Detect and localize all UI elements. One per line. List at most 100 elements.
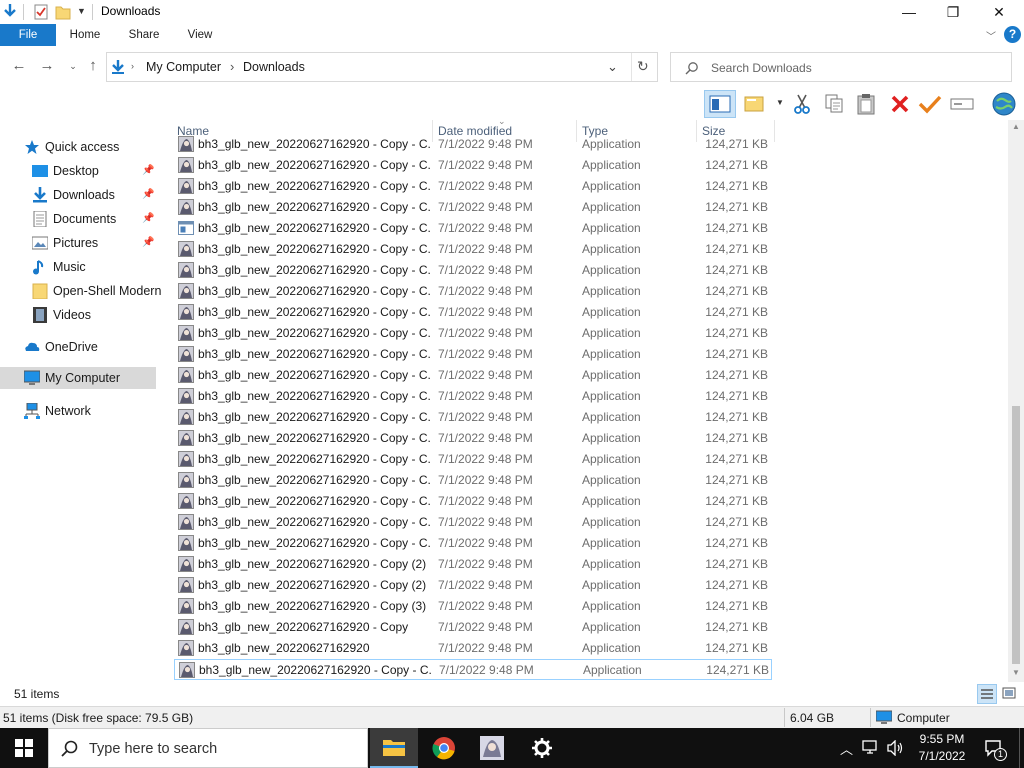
application-icon bbox=[178, 577, 194, 593]
properties-icon[interactable] bbox=[33, 3, 49, 21]
delete-button[interactable] bbox=[888, 92, 912, 116]
breadcrumb-separator-icon[interactable]: › bbox=[131, 61, 134, 71]
show-desktop-button[interactable] bbox=[1019, 728, 1024, 768]
tab-file[interactable]: File bbox=[0, 24, 56, 46]
file-row[interactable]: bh3_glb_new_20220627162920 - Copy - C...… bbox=[174, 197, 772, 218]
file-row[interactable]: bh3_glb_new_20220627162920 - Copy - C...… bbox=[174, 449, 772, 470]
file-row[interactable]: bh3_glb_new_20220627162920 7/1/2022 9:48 … bbox=[174, 638, 772, 659]
nav-quick-access[interactable]: Quick access bbox=[0, 136, 160, 158]
file-row[interactable]: bh3_glb_new_20220627162920 - Copy (2) 7/1… bbox=[174, 575, 772, 596]
breadcrumb-downloads[interactable]: Downloads bbox=[243, 60, 305, 74]
tab-share[interactable]: Share bbox=[121, 24, 167, 46]
breadcrumb-my-computer[interactable]: My Computer bbox=[146, 60, 221, 74]
file-row[interactable]: bh3_glb_new_20220627162920 - Copy - C...… bbox=[174, 659, 772, 680]
address-bar[interactable]: › My Computer › Downloads ⌄ ↻ bbox=[106, 52, 658, 82]
new-folder-icon[interactable] bbox=[55, 3, 71, 21]
maximize-button[interactable]: ❐ bbox=[930, 0, 976, 24]
nav-label: Documents bbox=[53, 212, 117, 226]
taskbar-search-box[interactable]: Type here to search bbox=[48, 728, 368, 768]
refresh-icon[interactable]: ↻ bbox=[637, 58, 649, 75]
search-box[interactable]: Search Downloads bbox=[670, 52, 1012, 82]
cut-button[interactable] bbox=[790, 92, 814, 116]
file-row[interactable]: bh3_glb_new_20220627162920 - Copy - C...… bbox=[174, 533, 772, 554]
folder-options-dropdown-icon[interactable]: ▼ bbox=[776, 98, 784, 107]
forward-arrow-icon[interactable]: → bbox=[38, 57, 56, 75]
clock-date[interactable]: 7/1/2022 bbox=[914, 749, 970, 763]
taskbar-file-explorer[interactable] bbox=[370, 728, 418, 768]
nav-my-computer[interactable]: My Computer bbox=[0, 367, 156, 389]
file-row[interactable]: bh3_glb_new_20220627162920 - Copy - C...… bbox=[174, 281, 772, 302]
address-history-chevron-icon[interactable]: ⌄ bbox=[607, 59, 618, 75]
breadcrumb-separator-icon[interactable]: › bbox=[230, 59, 234, 74]
rename-icon bbox=[950, 98, 974, 110]
file-row[interactable]: bh3_glb_new_20220627162920 - Copy - C...… bbox=[174, 218, 772, 239]
scroll-up-arrow-icon[interactable]: ▲ bbox=[1012, 122, 1020, 131]
back-arrow-icon[interactable]: ← bbox=[10, 57, 28, 75]
clock-time[interactable]: 9:55 PM bbox=[917, 732, 967, 746]
file-name: bh3_glb_new_20220627162920 - Copy - C... bbox=[198, 452, 430, 466]
expand-ribbon-chevron-icon[interactable]: ﹀ bbox=[986, 28, 996, 43]
file-type: Application bbox=[582, 347, 641, 361]
volume-icon[interactable] bbox=[886, 740, 904, 756]
up-arrow-icon[interactable]: ↑ bbox=[84, 57, 102, 75]
properties-button[interactable] bbox=[918, 92, 942, 116]
taskbar-game-app[interactable] bbox=[468, 728, 516, 768]
nav-onedrive[interactable]: OneDrive bbox=[0, 336, 160, 358]
close-button[interactable]: ✕ bbox=[976, 0, 1022, 24]
start-button[interactable] bbox=[0, 728, 48, 768]
customize-qa-chevron-icon[interactable]: ▼ bbox=[77, 6, 86, 16]
taskbar-chrome[interactable] bbox=[420, 728, 468, 768]
nav-item-open-shell-modern[interactable]: Open-Shell Modern bbox=[0, 280, 161, 302]
taskbar-settings[interactable] bbox=[518, 728, 566, 768]
minimize-button[interactable]: — bbox=[886, 0, 932, 24]
recent-locations-chevron-icon[interactable]: ⌄ bbox=[64, 57, 82, 75]
nav-item-music[interactable]: Music bbox=[0, 256, 160, 278]
nav-item-documents[interactable]: Documents 📌 bbox=[0, 208, 160, 230]
scroll-down-arrow-icon[interactable]: ▼ bbox=[1012, 668, 1020, 677]
file-row[interactable]: bh3_glb_new_20220627162920 - Copy - C...… bbox=[174, 365, 772, 386]
file-row[interactable]: bh3_glb_new_20220627162920 - Copy - C...… bbox=[174, 323, 772, 344]
details-view-button[interactable] bbox=[977, 684, 997, 704]
file-row[interactable]: bh3_glb_new_20220627162920 - Copy - C...… bbox=[174, 344, 772, 365]
file-row[interactable]: bh3_glb_new_20220627162920 - Copy - C...… bbox=[174, 134, 772, 155]
tab-view[interactable]: View bbox=[177, 24, 223, 46]
file-row[interactable]: bh3_glb_new_20220627162920 - Copy - C...… bbox=[174, 302, 772, 323]
chrome-icon bbox=[432, 737, 455, 760]
rename-button[interactable] bbox=[950, 92, 974, 116]
downloads-arrow-icon[interactable] bbox=[2, 3, 18, 21]
large-icons-view-icon bbox=[1002, 687, 1016, 699]
preview-pane-button[interactable] bbox=[704, 90, 736, 118]
scroll-thumb[interactable] bbox=[1012, 406, 1020, 664]
paste-button[interactable] bbox=[854, 92, 878, 116]
nav-item-pictures[interactable]: Pictures 📌 bbox=[0, 232, 160, 254]
file-row[interactable]: bh3_glb_new_20220627162920 - Copy 7/1/202… bbox=[174, 617, 772, 638]
file-row[interactable]: bh3_glb_new_20220627162920 - Copy - C...… bbox=[174, 386, 772, 407]
vertical-scrollbar[interactable]: ▲ ▼ bbox=[1008, 120, 1024, 682]
gear-icon bbox=[532, 738, 552, 758]
network-tray-icon[interactable] bbox=[862, 740, 880, 756]
file-row[interactable]: bh3_glb_new_20220627162920 - Copy - C...… bbox=[174, 155, 772, 176]
file-row[interactable]: bh3_glb_new_20220627162920 - Copy - C...… bbox=[174, 470, 772, 491]
file-row[interactable]: bh3_glb_new_20220627162920 - Copy (3) 7/1… bbox=[174, 596, 772, 617]
nav-item-downloads[interactable]: Downloads 📌 bbox=[0, 184, 160, 206]
folder-options-button[interactable] bbox=[742, 92, 766, 116]
nav-network[interactable]: Network bbox=[0, 400, 160, 422]
file-row[interactable]: bh3_glb_new_20220627162920 - Copy - C...… bbox=[174, 428, 772, 449]
tab-home[interactable]: Home bbox=[62, 24, 108, 46]
copy-button[interactable] bbox=[822, 92, 846, 116]
help-button[interactable]: ? bbox=[1004, 26, 1021, 43]
file-row[interactable]: bh3_glb_new_20220627162920 - Copy - C...… bbox=[174, 512, 772, 533]
open-shell-globe-button[interactable] bbox=[990, 90, 1018, 118]
file-row[interactable]: bh3_glb_new_20220627162920 - Copy - C...… bbox=[174, 260, 772, 281]
tray-chevron-icon[interactable]: ︿ bbox=[840, 739, 853, 758]
file-row[interactable]: bh3_glb_new_20220627162920 - Copy (2) ..… bbox=[174, 554, 772, 575]
file-row[interactable]: bh3_glb_new_20220627162920 - Copy - C...… bbox=[174, 491, 772, 512]
large-icons-view-button[interactable] bbox=[1000, 684, 1020, 704]
star-icon bbox=[25, 140, 39, 154]
nav-item-desktop[interactable]: Desktop 📌 bbox=[0, 160, 160, 182]
file-row[interactable]: bh3_glb_new_20220627162920 - Copy - C...… bbox=[174, 176, 772, 197]
file-row[interactable]: bh3_glb_new_20220627162920 - Copy - C...… bbox=[174, 239, 772, 260]
file-type: Application bbox=[582, 158, 641, 172]
nav-item-videos[interactable]: Videos bbox=[0, 304, 160, 326]
file-row[interactable]: bh3_glb_new_20220627162920 - Copy - C...… bbox=[174, 407, 772, 428]
